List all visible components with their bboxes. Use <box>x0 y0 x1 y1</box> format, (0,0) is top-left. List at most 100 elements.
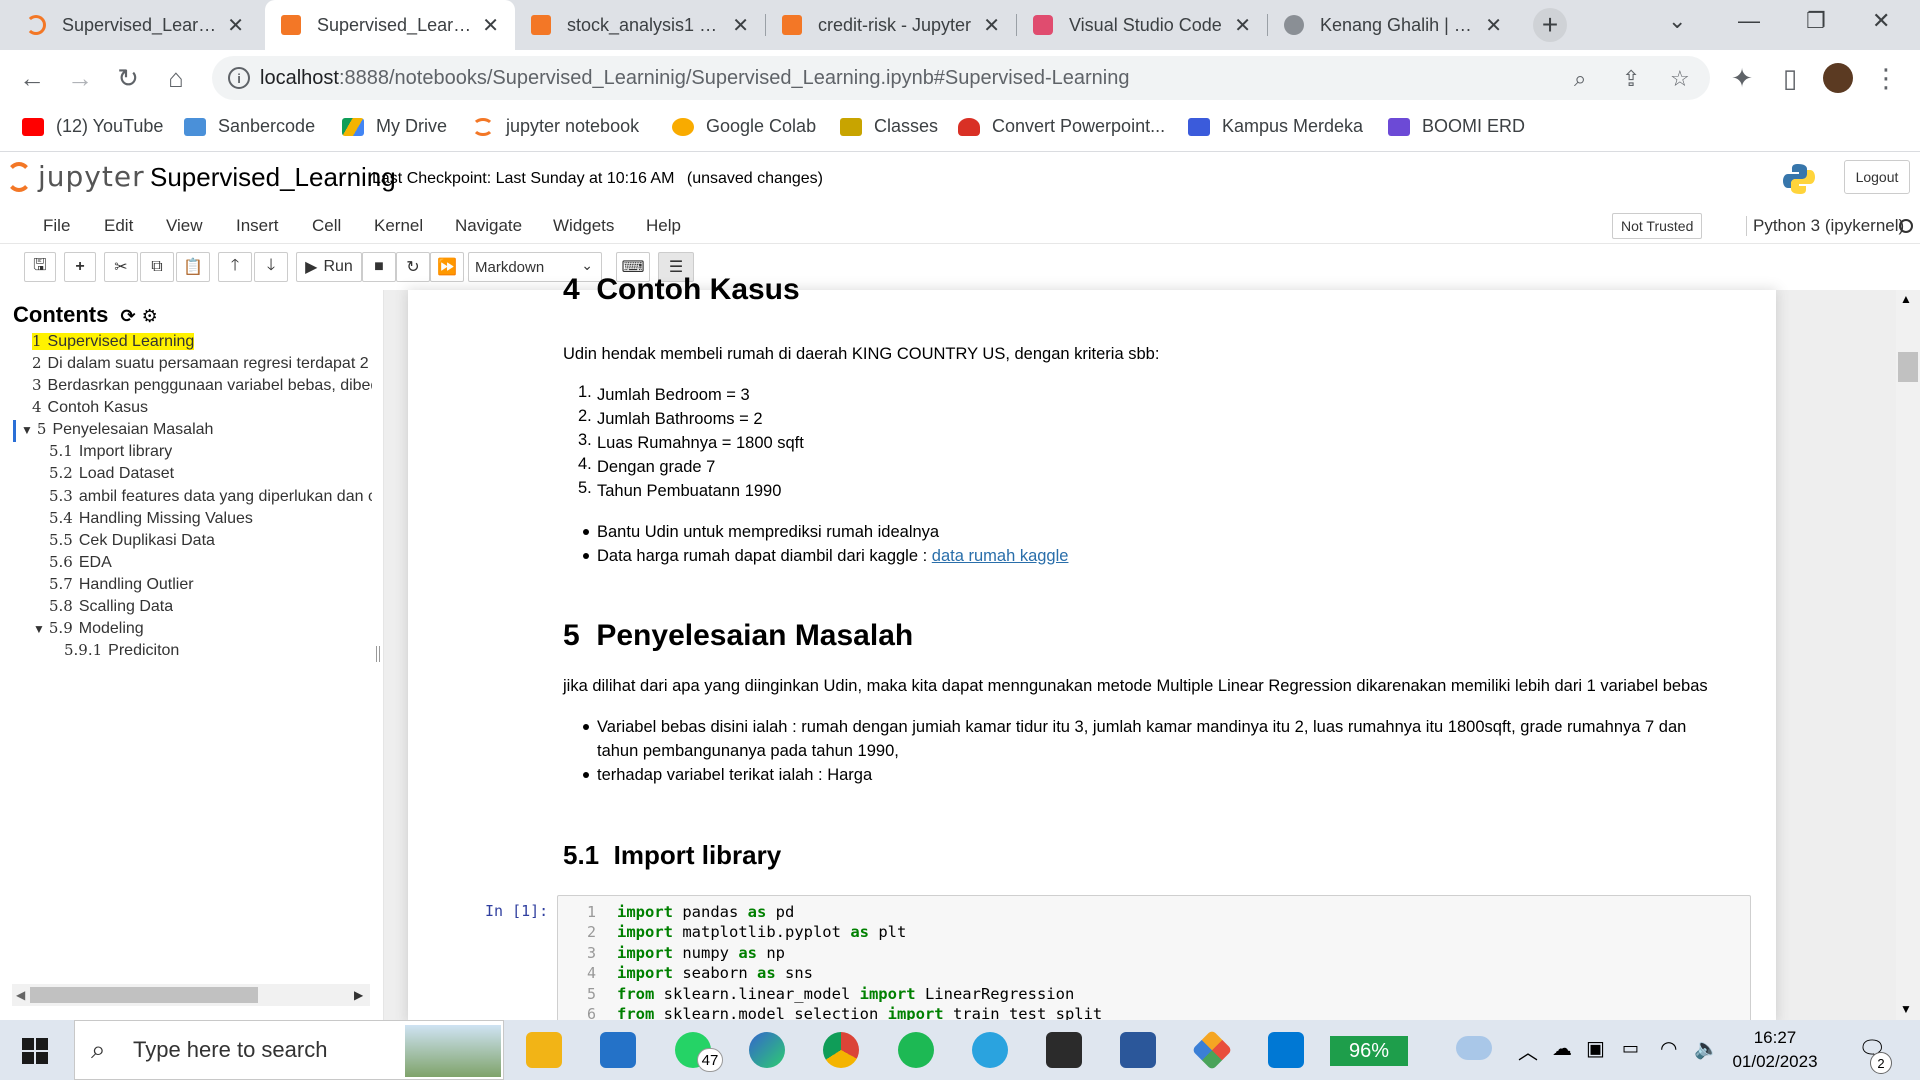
volume-icon[interactable]: 🔈 <box>1694 1036 1719 1061</box>
bookmark-kampus-merdeka[interactable]: Kampus Merdeka <box>1188 116 1363 137</box>
browser-tab[interactable]: Visual Studio Code ✕ <box>1017 0 1267 50</box>
toc-item-5-5[interactable]: 5.5 Cek Duplikasi Data <box>49 531 215 550</box>
close-icon[interactable]: ✕ <box>482 13 499 38</box>
bookmark-classes[interactable]: Classes <box>840 116 938 137</box>
menu-file[interactable]: File <box>43 216 70 236</box>
new-tab-plus-icon[interactable]: + <box>1533 8 1567 42</box>
minimize-icon[interactable]: — <box>1738 8 1760 34</box>
toc-item-5[interactable]: ▼ 5 Penyelesaian Masalah <box>21 420 213 439</box>
onedrive-cloud-icon[interactable] <box>1456 1036 1492 1060</box>
browser-tab[interactable]: Supervised_Learning ✕ <box>10 0 260 50</box>
screen-icon[interactable]: ▣ <box>1586 1036 1605 1061</box>
menu-widgets[interactable]: Widgets <box>553 216 614 236</box>
wifi-icon[interactable]: ◠ <box>1660 1036 1677 1061</box>
extensions-puzzle-icon[interactable]: ✦ <box>1724 60 1760 96</box>
interrupt-button[interactable]: ■ <box>362 252 396 282</box>
toc-item-5-9-1[interactable]: 5.9.1 Prediciton <box>64 641 179 660</box>
menu-edit[interactable]: Edit <box>104 216 133 236</box>
toc-item-5-1[interactable]: 5.1 Import library <box>49 442 172 461</box>
scroll-down-icon[interactable]: ▼ <box>1900 1002 1912 1016</box>
address-bar[interactable]: i localhost:8888/notebooks/Supervised_Le… <box>212 56 1710 100</box>
run-button[interactable]: ▶ Run <box>296 252 362 282</box>
bookmark-convert-powerpoint[interactable]: Convert Powerpoint... <box>958 116 1165 137</box>
paste-button[interactable]: 📋 <box>176 252 210 282</box>
share-icon[interactable]: ⇪ <box>1622 66 1640 92</box>
scroll-up-icon[interactable]: ▲ <box>1900 292 1912 306</box>
bookmark-boomi-erd[interactable]: BOOMI ERD <box>1388 116 1525 137</box>
menu-help[interactable]: Help <box>646 216 681 236</box>
cut-button[interactable]: ✂ <box>104 252 138 282</box>
tab-search-chevron-icon[interactable]: ⌄ <box>1668 8 1686 34</box>
toc-item-5-7[interactable]: 5.7 Handling Outlier <box>49 575 194 594</box>
spotify-icon[interactable] <box>898 1032 934 1068</box>
avatar[interactable] <box>1820 60 1856 96</box>
toc-item-2[interactable]: 2 Di dalam suatu persamaan regresi terdap… <box>32 354 372 373</box>
close-icon[interactable]: ✕ <box>1485 13 1502 38</box>
toc-item-1[interactable]: 1 Supervised Learning <box>32 332 195 351</box>
home-icon[interactable]: ⌂ <box>158 60 194 96</box>
browser-tab[interactable]: Kenang Ghalih | Pro ✕ <box>1268 0 1518 50</box>
file-explorer-icon[interactable] <box>526 1032 562 1068</box>
menu-kernel[interactable]: Kernel <box>374 216 423 236</box>
toc-item-5-3[interactable]: 5.3 ambil features data yang diperlukan d… <box>49 487 372 506</box>
telegram-icon[interactable] <box>972 1032 1008 1068</box>
logout-button[interactable]: Logout <box>1844 160 1910 194</box>
page-scroll-thumb[interactable] <box>1898 352 1918 382</box>
kernel-name[interactable]: Python 3 (ipykernel) <box>1746 216 1904 236</box>
close-icon[interactable]: ✕ <box>1234 13 1251 38</box>
bookmark-colab[interactable]: Google Colab <box>672 116 816 137</box>
reload-icon[interactable]: ↻ <box>110 60 146 96</box>
back-arrow-icon[interactable]: ← <box>14 60 50 96</box>
scroll-right-icon[interactable]: ▶ <box>354 988 363 1002</box>
toc-item-5-2[interactable]: 5.2 Load Dataset <box>49 464 174 483</box>
code-cell-editor[interactable] <box>557 895 1751 1025</box>
bookmark-jupyter[interactable]: jupyter notebook <box>472 116 639 137</box>
word-icon[interactable] <box>1120 1032 1156 1068</box>
menu-cell[interactable]: Cell <box>312 216 341 236</box>
mail-icon[interactable] <box>600 1032 636 1068</box>
site-info-icon[interactable]: i <box>228 67 250 89</box>
zoom-icon[interactable]: ⌕ <box>1574 66 1586 92</box>
chevron-up-icon[interactable]: ︿ <box>1518 1036 1538 1065</box>
chrome-icon[interactable] <box>823 1032 859 1068</box>
browser-tab[interactable]: credit-risk - Jupyter ✕ <box>766 0 1016 50</box>
cloud-icon[interactable]: ☁ <box>1552 1036 1572 1061</box>
kaggle-data-link[interactable]: data rumah kaggle <box>932 547 1069 565</box>
edge-icon[interactable] <box>749 1032 785 1068</box>
notebook-title[interactable]: Supervised_Learning <box>150 162 396 193</box>
side-panel-icon[interactable]: ▯ <box>1772 60 1808 96</box>
toc-scroll-thumb[interactable] <box>30 987 258 1003</box>
close-icon[interactable]: ✕ <box>983 13 1000 38</box>
caret-down-icon[interactable]: ▼ <box>21 423 33 437</box>
bookmark-youtube[interactable]: (12) YouTube <box>22 116 163 137</box>
toc-item-5-8[interactable]: 5.8 Scalling Data <box>49 597 173 616</box>
move-up-button[interactable]: 🡑 <box>218 252 252 282</box>
terminal-icon[interactable] <box>1046 1032 1082 1068</box>
taskbar-clock[interactable]: 16:27 01/02/2023 <box>1730 1026 1820 1074</box>
gear-icon[interactable]: ⚙ <box>142 306 158 326</box>
toc-item-3[interactable]: 3 Berdasrkan penggunaan variabel bebas, d… <box>32 376 372 395</box>
scroll-left-icon[interactable]: ◀ <box>16 988 25 1002</box>
toc-item-5-6[interactable]: 5.6 EDA <box>49 553 112 572</box>
close-icon[interactable]: ✕ <box>732 13 749 38</box>
bookmark-sanbercode[interactable]: Sanbercode <box>184 116 315 137</box>
menu-navigate[interactable]: Navigate <box>455 216 522 236</box>
page-vertical-scrollbar[interactable] <box>1896 290 1920 1022</box>
move-down-button[interactable]: 🡓 <box>254 252 288 282</box>
bookmark-star-icon[interactable]: ☆ <box>1670 66 1690 92</box>
windows-start-icon[interactable] <box>22 1038 48 1064</box>
menu-view[interactable]: View <box>166 216 203 236</box>
not-trusted-badge[interactable]: Not Trusted <box>1612 213 1703 239</box>
forward-arrow-icon[interactable]: → <box>62 60 98 96</box>
jupyter-logo[interactable]: jupyter <box>6 160 145 193</box>
close-window-icon[interactable]: ✕ <box>1872 8 1890 34</box>
vscode-icon[interactable] <box>1268 1032 1304 1068</box>
save-button[interactable]: 🖫 <box>24 252 56 282</box>
taskbar-search-input[interactable]: ⌕ Type here to search <box>74 1020 504 1080</box>
toc-item-5-4[interactable]: 5.4 Handling Missing Values <box>49 509 253 528</box>
toc-item-4[interactable]: 4 Contoh Kasus <box>32 398 148 417</box>
browser-menu-icon[interactable]: ⋮ <box>1868 60 1904 96</box>
toc-item-5-9[interactable]: ▼ 5.9 Modeling <box>33 619 144 638</box>
battery-icon[interactable]: ▭ <box>1622 1038 1639 1059</box>
restore-icon[interactable]: ❐ <box>1806 8 1826 34</box>
